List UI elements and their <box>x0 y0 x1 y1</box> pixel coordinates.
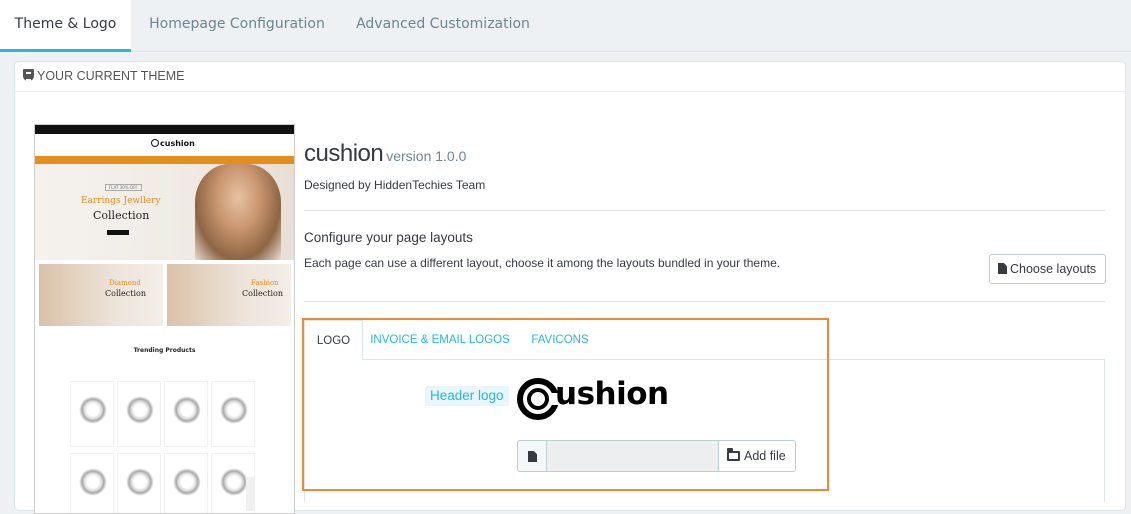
preview-promo-diamond: Diamond Collection <box>39 264 163 326</box>
file-name-field[interactable] <box>547 441 718 471</box>
choose-layouts-label: Choose layouts <box>1010 262 1097 276</box>
logo-tab-content: Header logo ushion Add file <box>304 360 1105 502</box>
header-logo-text: ushion <box>555 376 669 412</box>
logo-ring-inner <box>527 388 549 410</box>
promo-diamond-line2: Collection <box>105 289 147 298</box>
divider <box>304 301 1105 302</box>
file-input-icon-box <box>518 441 547 471</box>
preview-product-card <box>117 453 161 513</box>
theme-title: cushion version 1.0.0 <box>304 140 466 168</box>
preview-nav <box>35 156 294 164</box>
divider <box>304 210 1105 211</box>
tab-favicons[interactable]: FAVICONS <box>524 320 596 360</box>
preview-model-image <box>195 164 281 260</box>
preview-product-card <box>70 381 114 447</box>
preview-banner-tag: FLAT 30% OFF <box>105 184 142 191</box>
layouts-description: Each page can use a different layout, ch… <box>304 256 781 270</box>
top-tab-bar: Theme & Logo Homepage Configuration Adva… <box>0 0 1131 52</box>
promo-diamond-line1: Diamond <box>109 279 141 287</box>
preview-product-card <box>211 381 255 447</box>
preview-product-card <box>164 453 208 513</box>
tab-advanced-customization[interactable]: Advanced Customization <box>343 0 543 52</box>
tab-invoice-email-logos[interactable]: INVOICE & EMAIL LOGOS <box>370 320 510 360</box>
layouts-title: Configure your page layouts <box>304 230 473 245</box>
preview-scroll-widget <box>246 477 254 511</box>
file-icon <box>528 451 537 462</box>
preview-product-card <box>164 381 208 447</box>
preview-trending-title: Trending Products <box>133 347 196 354</box>
add-file-button[interactable]: Add file <box>718 441 795 471</box>
theme-preview-image: cushion FLAT 30% OFF Earrings Jewllery C… <box>34 124 295 514</box>
panel-heading-text: YOUR CURRENT THEME <box>37 69 185 83</box>
tab-theme-logo[interactable]: Theme & Logo <box>0 0 131 52</box>
header-logo-file-input[interactable]: Add file <box>517 440 796 472</box>
file-icon <box>998 263 1007 274</box>
logo-tabs: LOGO INVOICE & EMAIL LOGOS FAVICONS Head… <box>304 320 1105 502</box>
preview-banner: FLAT 30% OFF Earrings Jewllery Collectio… <box>35 164 294 260</box>
preview-banner-line1: Earrings Jewllery <box>81 196 161 206</box>
theme-version: version 1.0.0 <box>386 148 467 164</box>
promo-fashion-line1: Fashion <box>251 279 279 287</box>
promo-fashion-line2: Collection <box>242 289 284 298</box>
tab-homepage-configuration[interactable]: Homepage Configuration <box>131 0 343 52</box>
header-logo-label: Header logo <box>425 386 509 406</box>
folder-open-icon <box>727 448 740 461</box>
current-theme-panel: YOUR CURRENT THEME cushion FLAT 30% OFF … <box>14 61 1126 514</box>
preview-header: cushion <box>35 134 294 156</box>
html5-icon <box>23 69 34 81</box>
theme-author: Designed by HiddenTechies Team <box>304 178 486 192</box>
preview-banner-button <box>107 230 129 235</box>
choose-layouts-button[interactable]: Choose layouts <box>989 254 1106 284</box>
preview-topbar <box>35 125 294 134</box>
tab-logo[interactable]: LOGO <box>304 320 363 361</box>
preview-promos: Diamond Collection Fashion Collection <box>39 264 291 326</box>
theme-name: cushion <box>304 140 384 167</box>
logo-tab-bar: LOGO INVOICE & EMAIL LOGOS FAVICONS <box>304 320 1105 361</box>
preview-banner-line2: Collection <box>93 209 150 222</box>
preview-promo-fashion: Fashion Collection <box>167 264 291 326</box>
preview-product-card <box>117 381 161 447</box>
preview-logo: cushion <box>151 139 195 148</box>
panel-heading: YOUR CURRENT THEME <box>15 62 1125 92</box>
preview-product-card <box>70 453 114 513</box>
add-file-label: Add file <box>744 449 786 463</box>
